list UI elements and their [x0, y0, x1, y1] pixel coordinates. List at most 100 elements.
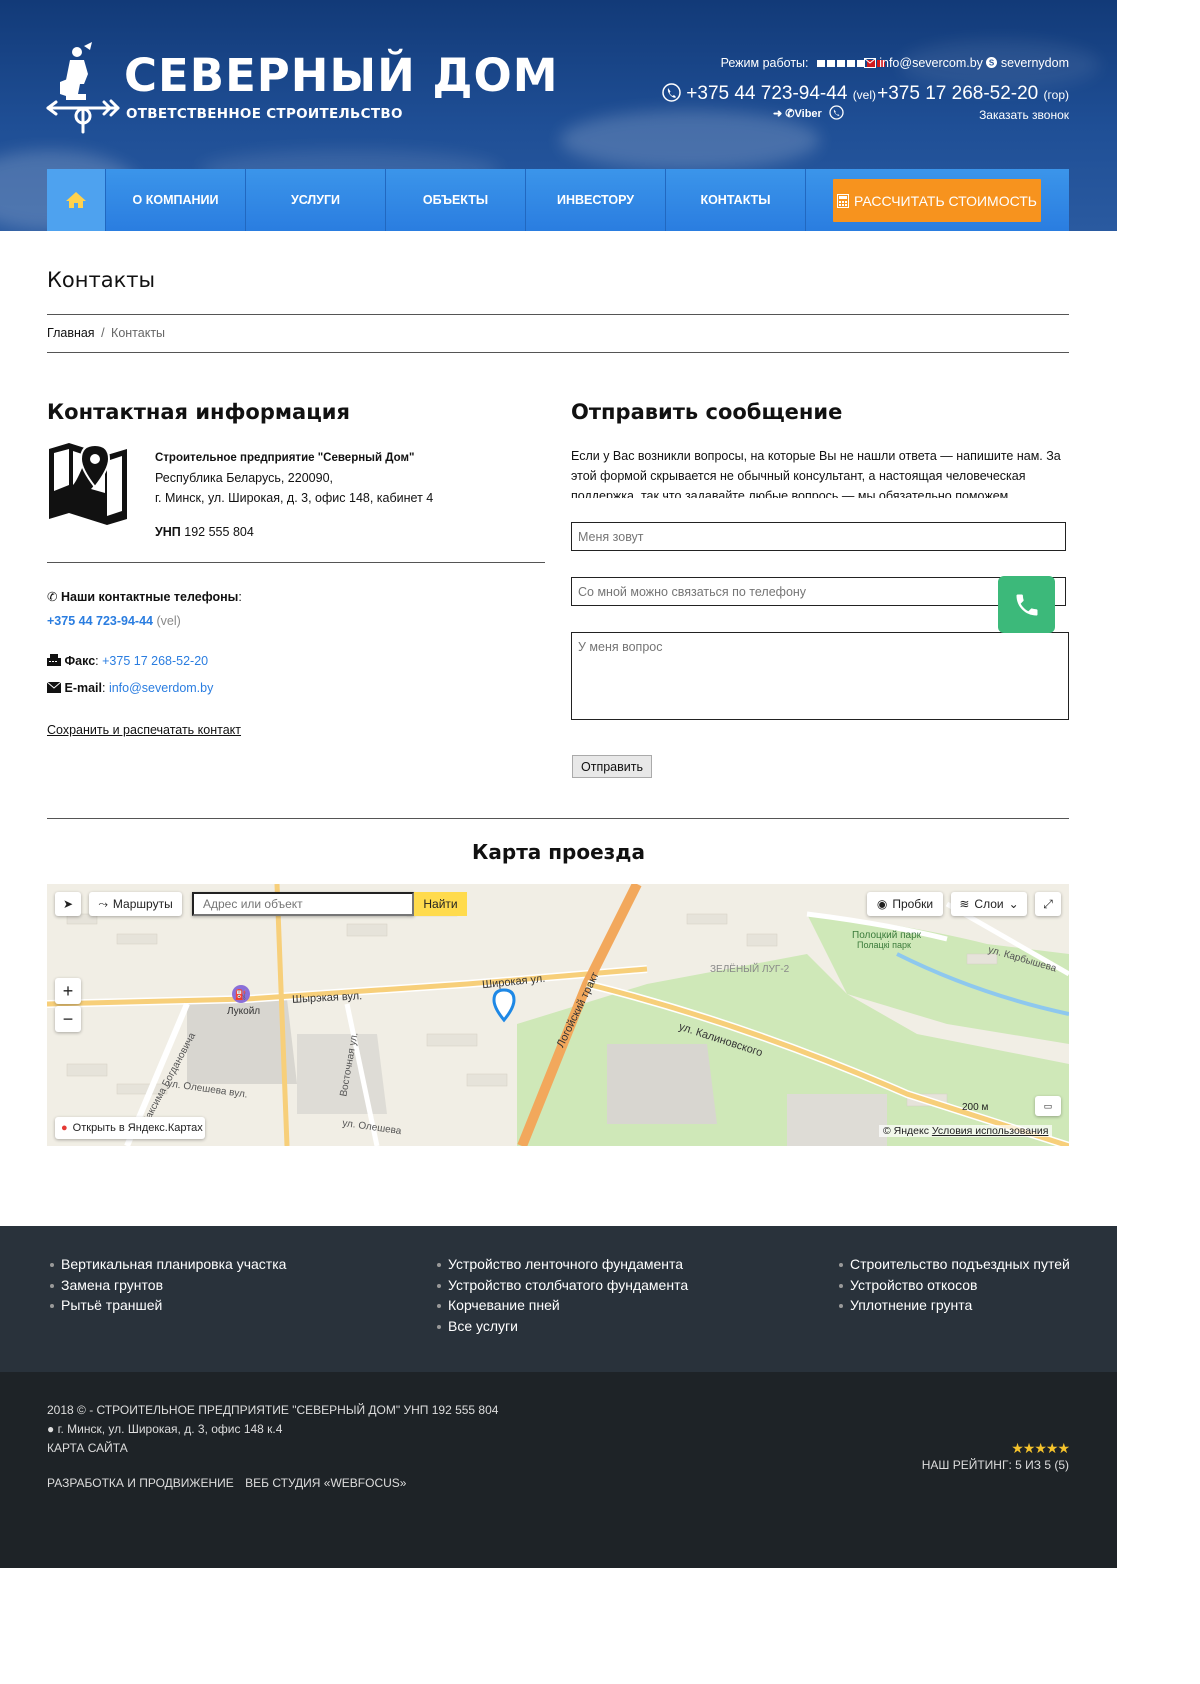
traffic-icon: ◉: [876, 897, 888, 911]
mail-icon: [863, 58, 876, 68]
work-hours-label: Режим работы:: [720, 56, 809, 70]
header-phone-mobile[interactable]: +375 44 723-94-44 (vel): [662, 83, 876, 105]
nav-item-contacts[interactable]: КОНТАКТЫ: [666, 169, 806, 231]
save-print-contact-link[interactable]: Сохранить и распечатать контакт: [47, 723, 241, 737]
map-label-park: Полацкі парк: [857, 940, 911, 950]
phone-icon: ✆: [47, 590, 58, 604]
traffic-button[interactable]: ◉ Пробки: [867, 892, 943, 916]
map-pin-icon: [49, 443, 127, 525]
header-contacts: info@severcom.by S severnydom: [863, 56, 1069, 70]
fax-value[interactable]: +375 17 268-52-20: [102, 654, 208, 668]
unp-label: УНП: [155, 525, 181, 539]
ruler-button[interactable]: ▭: [1035, 1096, 1061, 1116]
calculator-icon: [837, 193, 849, 208]
nav-home[interactable]: [47, 169, 106, 231]
nav-item-objects[interactable]: ОБЪЕКТЫ: [386, 169, 526, 231]
footer-dev-label: РАЗРАБОТКА И ПРОДВИЖЕНИЕ: [47, 1476, 234, 1490]
phones-label: ✆ Наши контактные телефоны:: [47, 590, 242, 604]
callback-link[interactable]: Заказать звонок: [979, 108, 1069, 122]
divider: [47, 562, 545, 563]
email-label: E-mail: [64, 681, 102, 695]
routes-button[interactable]: ⤳ Маршруты: [89, 892, 182, 916]
divider: [47, 818, 1069, 819]
contact-info-heading: Контактная информация: [47, 400, 350, 424]
footer-link[interactable]: Уплотнение грунта: [839, 1295, 1070, 1316]
phones-label-text: Наши контактные телефоны: [60, 590, 239, 604]
footer-link[interactable]: Устройство столбчатого фундамента: [437, 1275, 688, 1296]
map-heading: Карта проезда: [472, 840, 645, 864]
viber-link[interactable]: Viber: [795, 108, 822, 120]
header-email[interactable]: info@severcom.by: [879, 56, 983, 70]
header-phone-city[interactable]: +375 17 268-52-20 (гор): [877, 83, 1069, 105]
svg-text:S: S: [989, 59, 995, 68]
footer-col-3: Строительство подъездных путей Устройств…: [839, 1254, 1070, 1316]
brand-name[interactable]: СЕВЕРНЫЙ ДОМ: [124, 50, 559, 102]
footer-link[interactable]: Корчевание пней: [437, 1295, 688, 1316]
nav-item-company[interactable]: О КОМПАНИИ: [106, 169, 246, 231]
whatsapp-icon[interactable]: [829, 105, 844, 120]
expand-icon: ⤢: [1043, 896, 1053, 911]
map-find-button[interactable]: Найти: [414, 892, 467, 916]
map-copyright: © Яндекс Условия использования: [879, 1125, 1053, 1137]
zoom-in-button[interactable]: +: [55, 978, 81, 1004]
footer-link[interactable]: Устройство ленточного фундамента: [437, 1254, 688, 1275]
company-address: Строительное предприятие "Северный Дом" …: [155, 447, 433, 508]
fullscreen-button[interactable]: ⤢: [1035, 892, 1061, 916]
page-title: Контакты: [47, 268, 156, 292]
footer-link[interactable]: Рытьё траншей: [50, 1295, 286, 1316]
email-link[interactable]: info@severdom.by: [109, 681, 213, 695]
footer-link[interactable]: Вертикальная планировка участка: [50, 1254, 286, 1275]
breadcrumb-current: Контакты: [111, 326, 166, 340]
yandex-map[interactable]: ⛽ Широкая ул. Шырэкая вул. Логойский тра…: [47, 884, 1069, 1146]
open-yandex-maps-label: Открыть в Яндекс.Картах: [72, 1122, 203, 1134]
contact-email: E-mail: info@severdom.by: [46, 681, 213, 695]
viber-icon: ✆: [785, 108, 795, 120]
plus-icon: +: [62, 980, 74, 1001]
nav-item-services[interactable]: УСЛУГИ: [246, 169, 386, 231]
envelope-icon: [46, 681, 62, 693]
fax-icon: [47, 654, 61, 666]
header-skype[interactable]: severnydom: [1001, 56, 1069, 70]
call-widget-button[interactable]: [998, 576, 1055, 633]
rating-text: НАШ РЕЙТИНГ: 5 ИЗ 5 (5): [921, 1458, 1069, 1472]
weathervane-logo[interactable]: [46, 42, 120, 134]
contact-phone-operator: (vel): [156, 614, 181, 628]
name-input[interactable]: [571, 522, 1066, 551]
contact-fax: Факс: +375 17 268-52-20: [47, 654, 208, 668]
phone-icon: [662, 83, 681, 102]
open-yandex-maps-link[interactable]: ● Открыть в Яндекс.Картах: [55, 1117, 205, 1139]
breadcrumb-home[interactable]: Главная: [47, 326, 95, 340]
footer-link[interactable]: Замена грунтов: [50, 1275, 286, 1296]
footer-address-text: г. Минск, ул. Широкая, д. 3, офис 148 к.…: [57, 1422, 283, 1436]
footer-link[interactable]: Все услуги: [437, 1316, 688, 1337]
header-phone-mobile-number: +375 44 723-94-44: [686, 83, 848, 104]
map-pin-icon: ●: [61, 1122, 68, 1134]
skype-icon: S: [986, 57, 998, 68]
footer-link[interactable]: Строительство подъездных путей: [839, 1254, 1070, 1275]
sitemap-link[interactable]: КАРТА САЙТА: [47, 1441, 128, 1455]
submit-button[interactable]: Отправить: [572, 755, 652, 778]
map-terms-link[interactable]: Условия использования: [932, 1125, 1049, 1137]
webfocus-link[interactable]: ВЕБ СТУДИЯ «WEBFOCUS»: [245, 1476, 406, 1490]
contact-phone-link[interactable]: +375 44 723-94-44: [47, 614, 153, 628]
layers-button[interactable]: ≋ Слои ⌄: [951, 892, 1027, 916]
breadcrumb-separator: /: [101, 326, 105, 340]
form-intro: Если у Вас возникли вопросы, на которые …: [571, 449, 1061, 498]
footer-copyright: 2018 © - СТРОИТЕЛЬНОЕ ПРЕДПРИЯТИЕ "СЕВЕР…: [47, 1403, 499, 1417]
footer-link[interactable]: Устройство откосов: [839, 1275, 1070, 1296]
breadcrumb: Главная / Контакты: [47, 326, 165, 340]
nav-item-investor[interactable]: ИНВЕСТОРУ: [526, 169, 666, 231]
header-phone-mobile-operator: (vel): [852, 88, 877, 102]
map-search-input[interactable]: [192, 892, 414, 916]
calculate-cost-button[interactable]: РАССЧИТАТЬ СТОИМОСТЬ: [833, 179, 1041, 222]
fax-label: Факс: [64, 654, 96, 668]
question-textarea[interactable]: [571, 632, 1069, 720]
phone-input[interactable]: [571, 577, 1066, 606]
calculate-cost-label: РАССЧИТАТЬ СТОИМОСТЬ: [854, 192, 1037, 209]
svg-text:⛽: ⛽: [235, 988, 247, 1001]
layers-icon: ≋: [959, 897, 970, 911]
address-line-1: Республика Беларусь, 220090,: [155, 471, 333, 485]
geolocation-button[interactable]: ➤: [55, 892, 81, 916]
contact-phone: +375 44 723-94-44 (vel): [47, 614, 181, 628]
zoom-out-button[interactable]: −: [55, 1006, 81, 1032]
